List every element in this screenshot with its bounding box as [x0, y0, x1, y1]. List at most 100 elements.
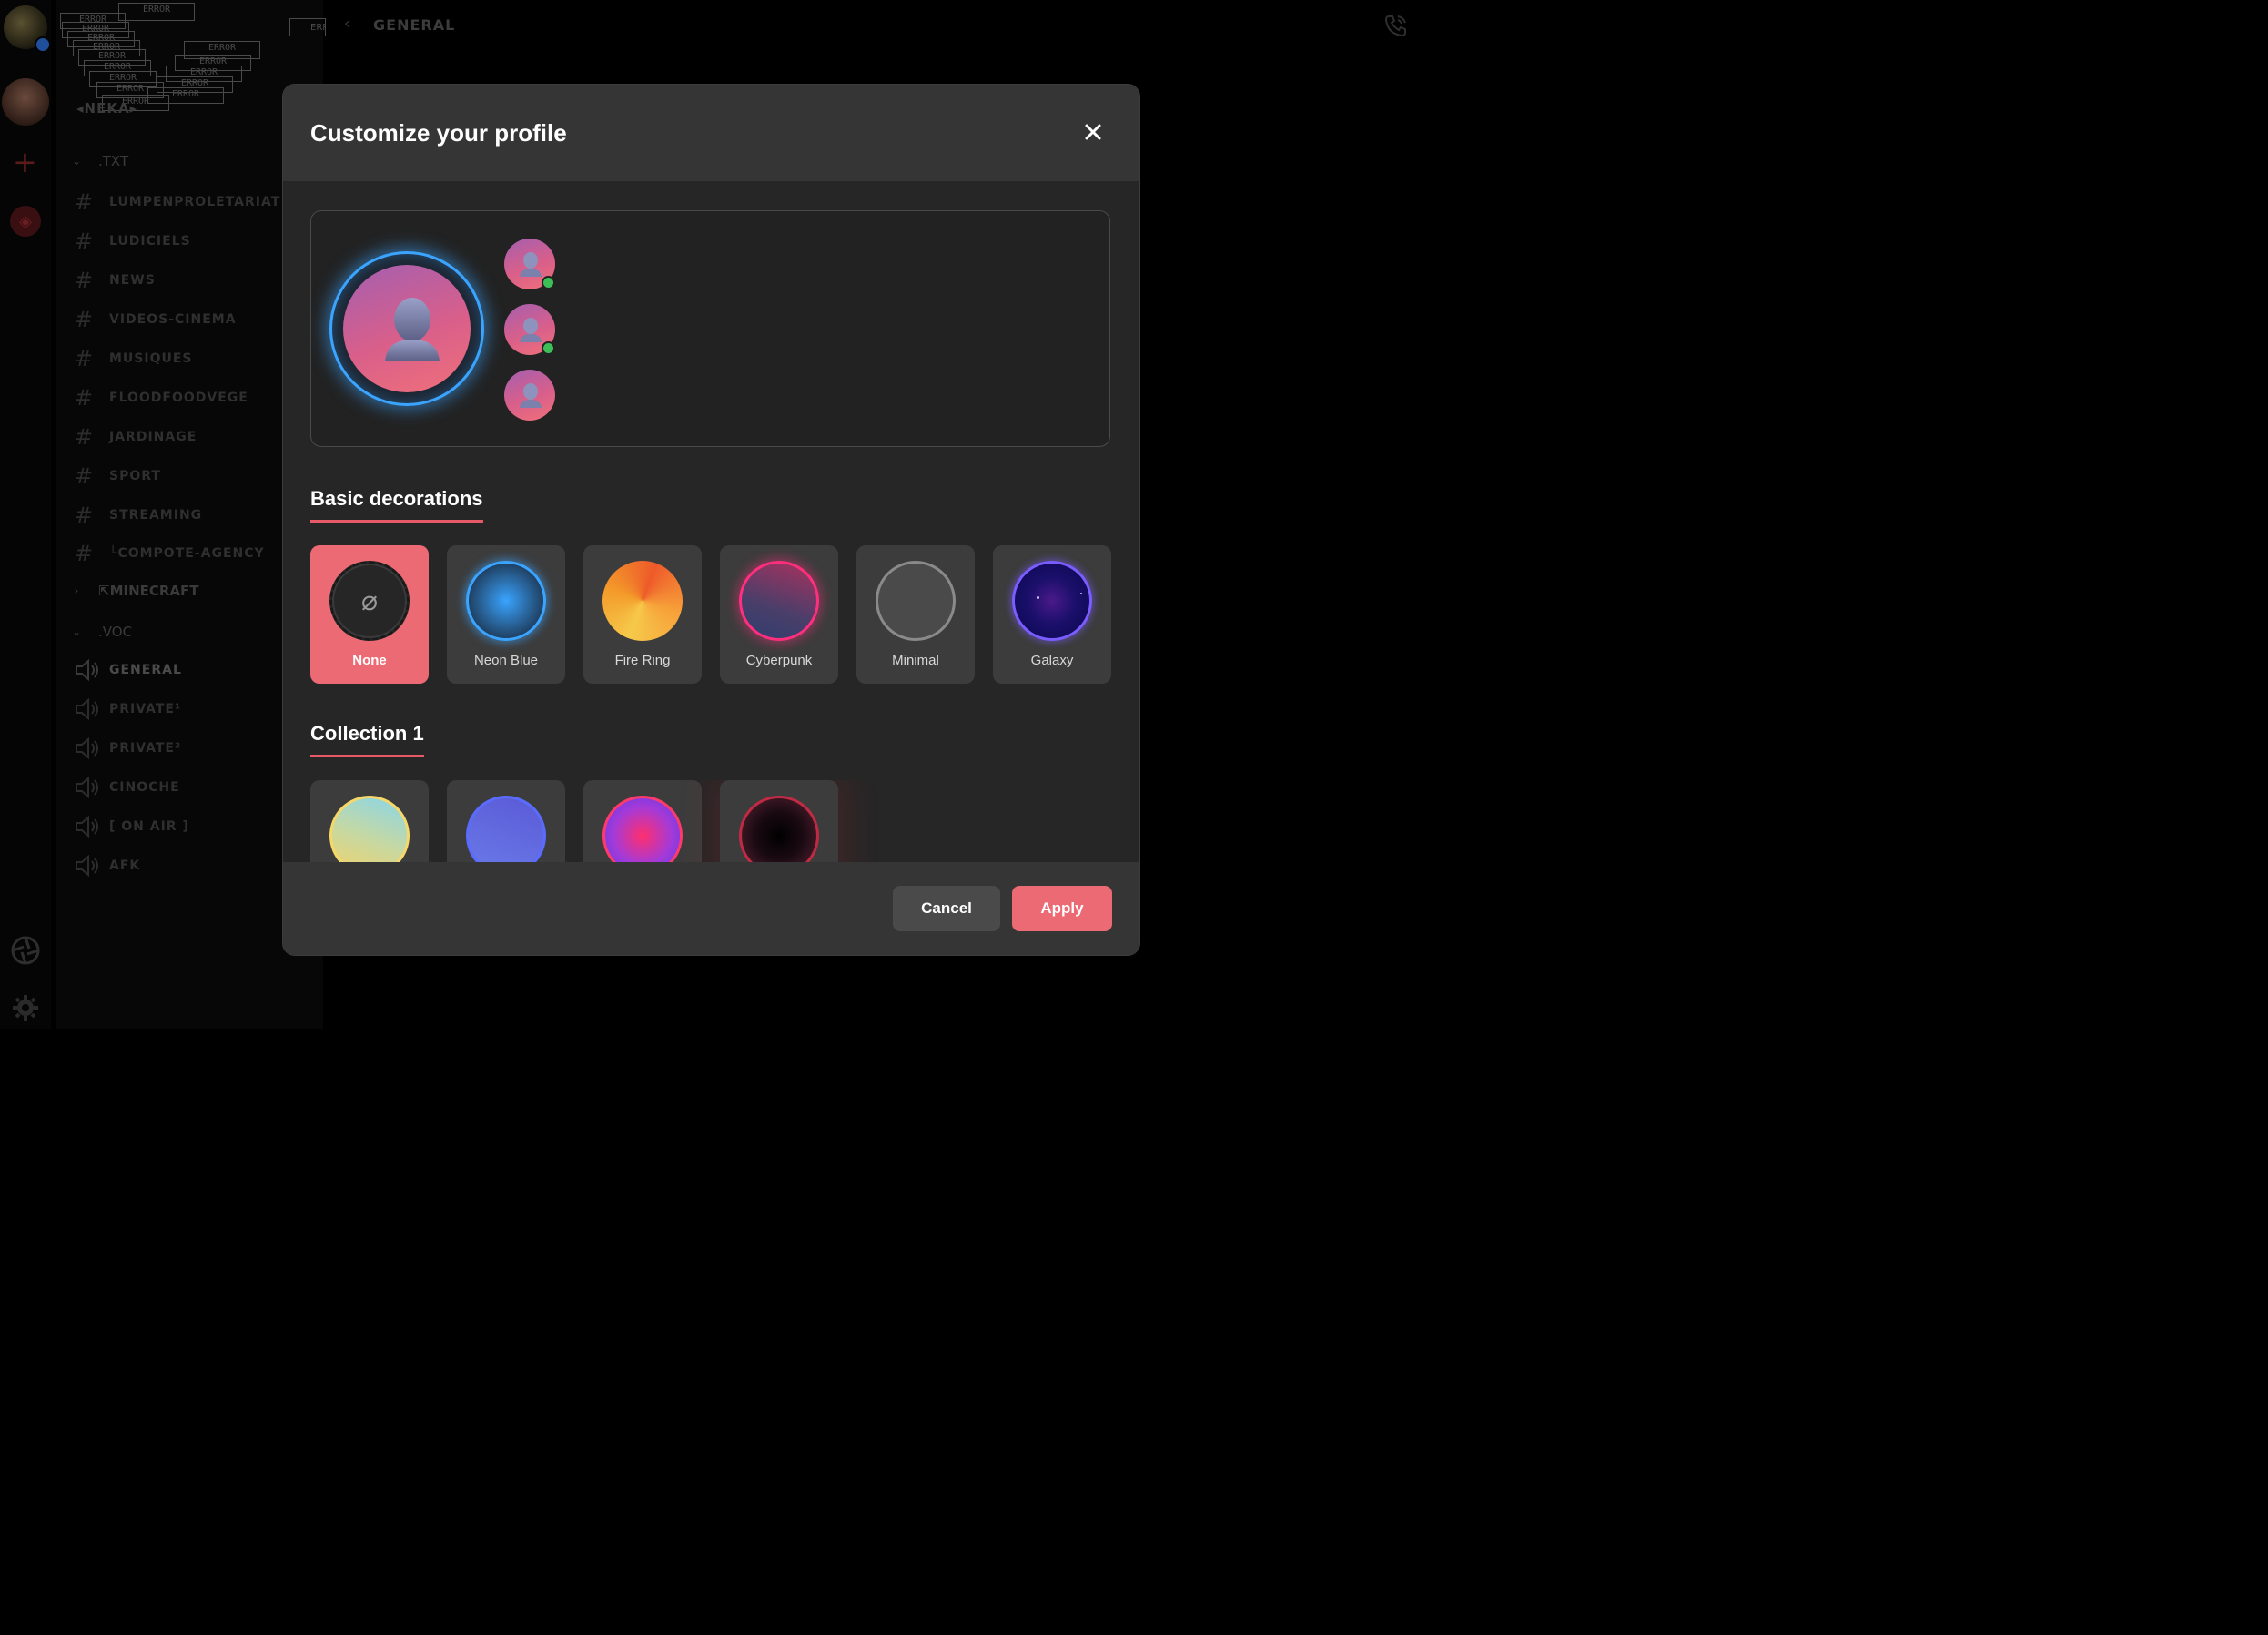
voice-channel-item[interactable]: AFK — [75, 855, 140, 877]
channel-item[interactable]: # LUMPENPROLETARIAT — [75, 189, 280, 215]
channel-item[interactable]: # VIDEOS-CINEMA — [75, 307, 237, 332]
voice-channel-item[interactable]: PRIVATE² — [75, 737, 181, 759]
channel-label: GENERAL — [109, 663, 182, 677]
speaker-icon — [76, 659, 98, 681]
avatar-small — [504, 370, 555, 421]
user-silhouette-icon — [520, 383, 542, 408]
close-button[interactable] — [1078, 117, 1108, 147]
channel-item[interactable]: # └COMPOTE-AGENCY — [75, 541, 265, 566]
channel-label: LUDICIELS — [109, 234, 191, 249]
hash-icon: # — [75, 189, 95, 215]
server-rail: + ◈ — [0, 0, 51, 1029]
hash-icon: # — [75, 268, 95, 293]
section-title-basic[interactable]: Basic decorations — [310, 487, 483, 523]
chevron-down-icon: ⌄ — [71, 625, 82, 638]
channel-label: FLOODFOODVEGE — [109, 391, 248, 405]
hash-icon: # — [75, 385, 95, 411]
hash-icon: # — [75, 503, 95, 528]
pastel-decoration-preview — [329, 796, 410, 862]
channel-label: JARDINAGE — [109, 430, 197, 444]
dark-void-decoration-preview — [739, 796, 819, 862]
minimal-decoration-preview — [876, 561, 956, 641]
decoration-fire-ring[interactable]: Fire Ring — [583, 545, 702, 684]
decoration-label: Neon Blue — [473, 653, 539, 668]
empty-set-icon: ⌀ — [360, 584, 379, 617]
category-label: .TXT — [98, 153, 129, 169]
speaker-icon — [76, 816, 98, 838]
voice-channel-item[interactable]: PRIVATE¹ — [75, 698, 181, 720]
error-box: ERROR — [289, 18, 326, 36]
collection-decoration[interactable] — [720, 780, 838, 862]
aperture-icon[interactable] — [11, 936, 40, 965]
fire-ring-decoration-preview — [602, 561, 683, 641]
decoration-none[interactable]: ⌀ None — [310, 545, 429, 684]
phone-call-icon[interactable] — [1383, 13, 1409, 38]
channel-label: CINOCHE — [109, 780, 180, 795]
category-txt[interactable]: ⌄ .TXT — [71, 153, 128, 169]
explore-icon[interactable]: ◈ — [10, 206, 41, 237]
online-status-dot — [542, 341, 555, 355]
speaker-icon — [76, 855, 98, 877]
channel-item[interactable]: # LUDICIELS — [75, 228, 191, 254]
channel-label: [ ON AIR ] — [109, 819, 189, 834]
speaker-icon — [76, 777, 98, 798]
online-status-dot — [542, 276, 555, 289]
channel-label: MUSIQUES — [109, 351, 193, 366]
modal-header: Customize your profile — [283, 85, 1139, 181]
user-silhouette-icon — [385, 298, 440, 361]
chevron-down-icon: ⌄ — [71, 155, 82, 168]
server-name[interactable]: ◂NEKA▸ — [76, 100, 137, 117]
voice-channel-item[interactable]: CINOCHE — [75, 777, 180, 798]
server-icon[interactable] — [2, 78, 49, 126]
settings-gear-icon[interactable] — [12, 994, 39, 1021]
channel-label: VIDEOS-CINEMA — [109, 312, 237, 327]
cyberpunk-decoration-preview — [739, 561, 819, 641]
plasma-decoration-preview — [602, 796, 683, 862]
category-minecraft[interactable]: › ⇱MINECRAFT — [71, 583, 199, 599]
speaker-icon — [76, 698, 98, 720]
channel-item[interactable]: # SPORT — [75, 463, 161, 489]
collection-decoration[interactable] — [310, 780, 429, 862]
collection-row — [283, 780, 1139, 862]
category-voc[interactable]: ⌄ .VOC — [71, 624, 132, 640]
hash-icon: # — [75, 228, 95, 254]
avatar-decoration-ring — [329, 251, 484, 406]
apply-button[interactable]: Apply — [1012, 886, 1112, 931]
status-dot — [35, 36, 51, 53]
hash-icon: # — [75, 346, 95, 371]
avatar-small-online — [504, 304, 555, 355]
cancel-button[interactable]: Cancel — [893, 886, 1000, 931]
decoration-minimal[interactable]: Minimal — [856, 545, 975, 684]
decoration-label: Minimal — [892, 653, 939, 668]
decoration-label: None — [352, 653, 387, 668]
decoration-label: Fire Ring — [614, 653, 671, 668]
decoration-galaxy[interactable]: Galaxy — [993, 545, 1111, 684]
channel-item[interactable]: # JARDINAGE — [75, 424, 197, 450]
channel-item[interactable]: # FLOODFOODVEGE — [75, 385, 248, 411]
avatar-small-online — [504, 239, 555, 289]
channel-label: AFK — [109, 858, 141, 873]
neon-blue-decoration-preview — [466, 561, 546, 641]
speaker-icon — [76, 737, 98, 759]
avatar-large — [343, 265, 471, 392]
avatar-preview — [310, 210, 1110, 447]
add-server-icon[interactable]: + — [13, 147, 37, 177]
voice-channel-item[interactable]: [ ON AIR ] — [75, 816, 189, 838]
back-chevron-icon[interactable]: ‹ — [344, 15, 349, 32]
voice-channel-item[interactable]: GENERAL — [75, 659, 182, 681]
section-title-collection[interactable]: Collection 1 — [310, 722, 424, 757]
channel-item[interactable]: # MUSIQUES — [75, 346, 193, 371]
channel-item[interactable]: # NEWS — [75, 268, 156, 293]
channel-label: SPORT — [109, 469, 161, 483]
category-label: .VOC — [98, 624, 133, 640]
channel-item[interactable]: # STREAMING — [75, 503, 202, 528]
none-decoration-preview: ⌀ — [329, 561, 410, 641]
channel-title: GENERAL — [373, 16, 456, 34]
hash-icon: # — [75, 307, 95, 332]
indigo-decoration-preview — [466, 796, 546, 862]
channel-label: └COMPOTE-AGENCY — [109, 546, 265, 561]
decoration-cyberpunk[interactable]: Cyberpunk — [720, 545, 838, 684]
collection-decoration[interactable] — [447, 780, 565, 862]
decoration-neon-blue[interactable]: Neon Blue — [447, 545, 565, 684]
collection-decoration[interactable] — [583, 780, 702, 862]
